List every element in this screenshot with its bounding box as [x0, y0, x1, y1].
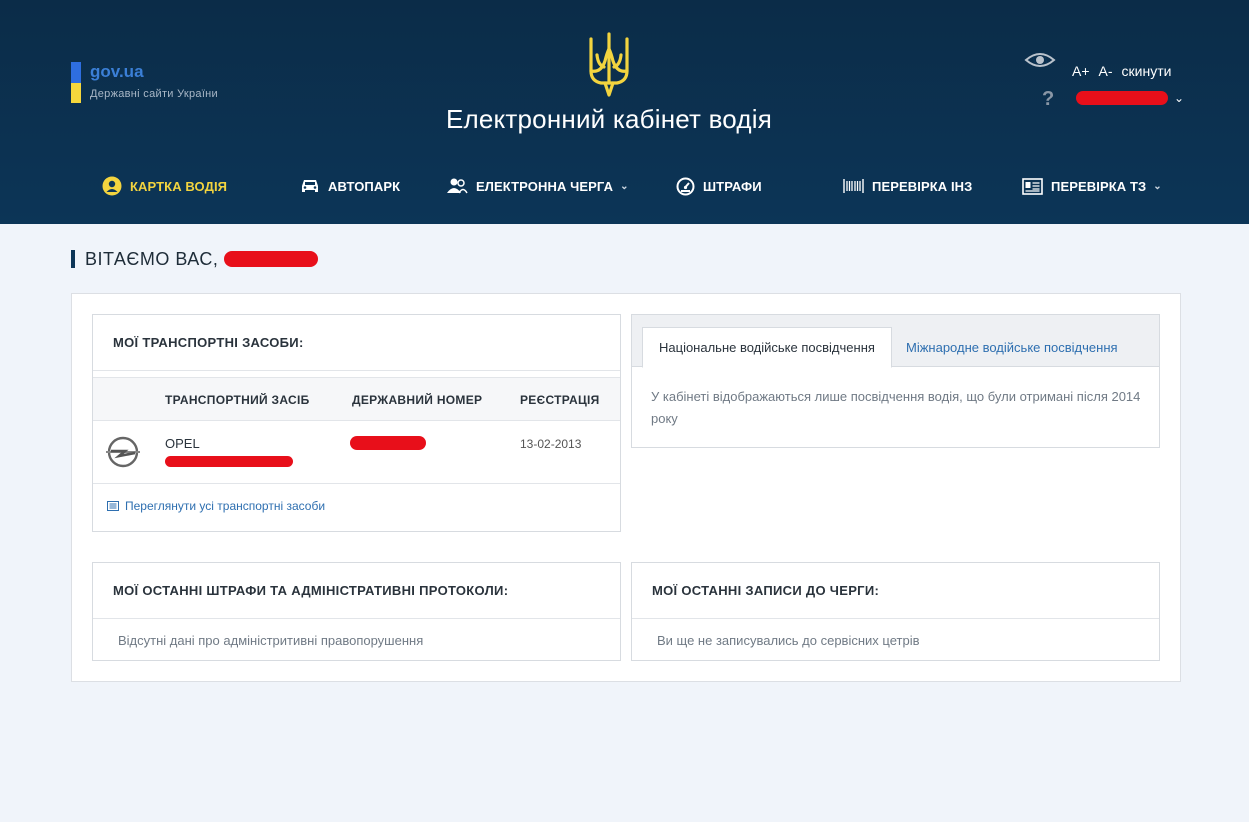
document-icon [1022, 177, 1043, 195]
site-title: Електронний кабінет водія [445, 104, 773, 134]
nav-driver-card[interactable]: КАРТКА ВОДІЯ [102, 168, 227, 204]
welcome-heading: ВІТАЄМО ВАС, [71, 248, 319, 269]
nav-label: ЕЛЕКТРОННА ЧЕРГА [476, 178, 614, 194]
font-decrease-button[interactable]: A- [1099, 63, 1113, 79]
ukraine-flag-icon [71, 62, 81, 103]
chevron-down-icon: ⌄ [1153, 180, 1162, 192]
plate-number-redaction [350, 436, 426, 450]
vehicle-model-redaction [165, 456, 293, 467]
nav-label: ПЕРЕВІРКА ТЗ [1051, 178, 1147, 194]
opel-logo-icon [106, 436, 140, 468]
nav-label: КАРТКА ВОДІЯ [130, 178, 228, 194]
welcome-text: ВІТАЄМО ВАС, [85, 248, 219, 269]
nav-check-insurance[interactable]: ПЕРЕВІРКА ІНЗ [843, 168, 972, 204]
column-header: ТРАНСПОРТНИЙ ЗАСІБ [165, 393, 310, 407]
fines-card: МОЇ ОСТАННІ ШТРАФИ ТА АДМІНІСТРАТИВНІ ПР… [92, 562, 621, 661]
speedometer-icon [676, 177, 695, 195]
gov-ua-subtitle: Державні сайти України [90, 88, 218, 100]
fines-title: МОЇ ОСТАННІ ШТРАФИ ТА АДМІНІСТРАТИВНІ ПР… [93, 563, 620, 619]
font-reset-button[interactable]: скинути [1122, 63, 1172, 79]
vehicles-title: МОЇ ТРАНСПОРТНІ ЗАСОБИ: [93, 315, 620, 371]
fines-empty-text: Відсутні дані про адміністритивні правоп… [118, 633, 424, 648]
list-icon [107, 501, 119, 511]
user-menu[interactable]: ⌄ [1076, 91, 1184, 105]
licenses-card: Національне водійське посвідчення Міжнар… [631, 314, 1160, 448]
main-nav: КАРТКА ВОДІЯ АВТОПАРК ЕЛЕКТРОННА ЧЕРГА ⌄ [0, 168, 1249, 204]
nav-fines[interactable]: ШТРАФИ [676, 168, 762, 204]
gov-ua-title: gov.ua [90, 62, 144, 81]
nav-label: АВТОПАРК [328, 178, 401, 194]
barcode-icon [843, 179, 864, 193]
queue-empty-text: Ви ще не записувались до сервісних цетрі… [657, 633, 920, 648]
chevron-down-icon: ⌄ [1174, 91, 1185, 105]
car-icon [302, 180, 318, 192]
column-header: ДЕРЖАВНИЙ НОМЕР [352, 393, 483, 407]
view-all-vehicles-link[interactable]: Переглянути усі транспортні засоби [107, 499, 325, 513]
user-name-redaction [224, 251, 319, 267]
nav-check-vehicle[interactable]: ПЕРЕВІРКА ТЗ ⌄ [1022, 168, 1162, 204]
queue-card: МОЇ ОСТАННІ ЗАПИСИ ДО ЧЕРГИ: Ви ще не за… [631, 562, 1160, 661]
gov-ua-logo[interactable]: gov.ua Державні сайти України [71, 62, 218, 103]
chevron-down-icon: ⌄ [620, 180, 629, 192]
license-info-text: У кабінеті відображаються лише посвідчен… [651, 389, 1141, 426]
eye-icon[interactable] [1024, 51, 1056, 69]
nav-fleet[interactable]: АВТОПАРК [300, 168, 400, 204]
registration-date: 13-02-2013 [520, 437, 582, 451]
vehicles-card: МОЇ ТРАНСПОРТНІ ЗАСОБИ: ТРАНСПОРТНИЙ ЗАС… [92, 314, 621, 532]
nav-label: ПЕРЕВІРКА ІНЗ [872, 178, 973, 194]
queue-title: МОЇ ОСТАННІ ЗАПИСИ ДО ЧЕРГИ: [632, 563, 1159, 619]
site-header: gov.ua Державні сайти України Електронни… [0, 0, 1249, 224]
tab-national-license[interactable]: Національне водійське посвідчення [642, 327, 892, 368]
trident-icon [589, 32, 629, 97]
help-icon[interactable]: ? [1042, 88, 1054, 111]
people-icon [447, 178, 468, 194]
tab-international-license[interactable]: Міжнародне водійське посвідчення [890, 327, 1134, 367]
view-all-label: Переглянути усі транспортні засоби [125, 499, 326, 513]
user-circle-icon [102, 176, 122, 196]
user-name-redaction [1076, 91, 1168, 105]
font-size-controls: A+ A- скинути [1072, 63, 1171, 79]
font-increase-button[interactable]: A+ [1072, 63, 1090, 79]
table-row[interactable]: OPEL 13-02-2013 [93, 421, 620, 484]
column-header: РЕЄСТРАЦІЯ [520, 393, 600, 407]
license-tabs: Національне водійське посвідчення Міжнар… [632, 315, 1159, 368]
vehicles-table-header: ТРАНСПОРТНИЙ ЗАСІБ ДЕРЖАВНИЙ НОМЕР РЕЄСТ… [93, 377, 620, 421]
vehicle-brand: OPEL [165, 436, 200, 451]
nav-label: ШТРАФИ [703, 178, 762, 194]
nav-electronic-queue[interactable]: ЕЛЕКТРОННА ЧЕРГА ⌄ [446, 168, 629, 204]
